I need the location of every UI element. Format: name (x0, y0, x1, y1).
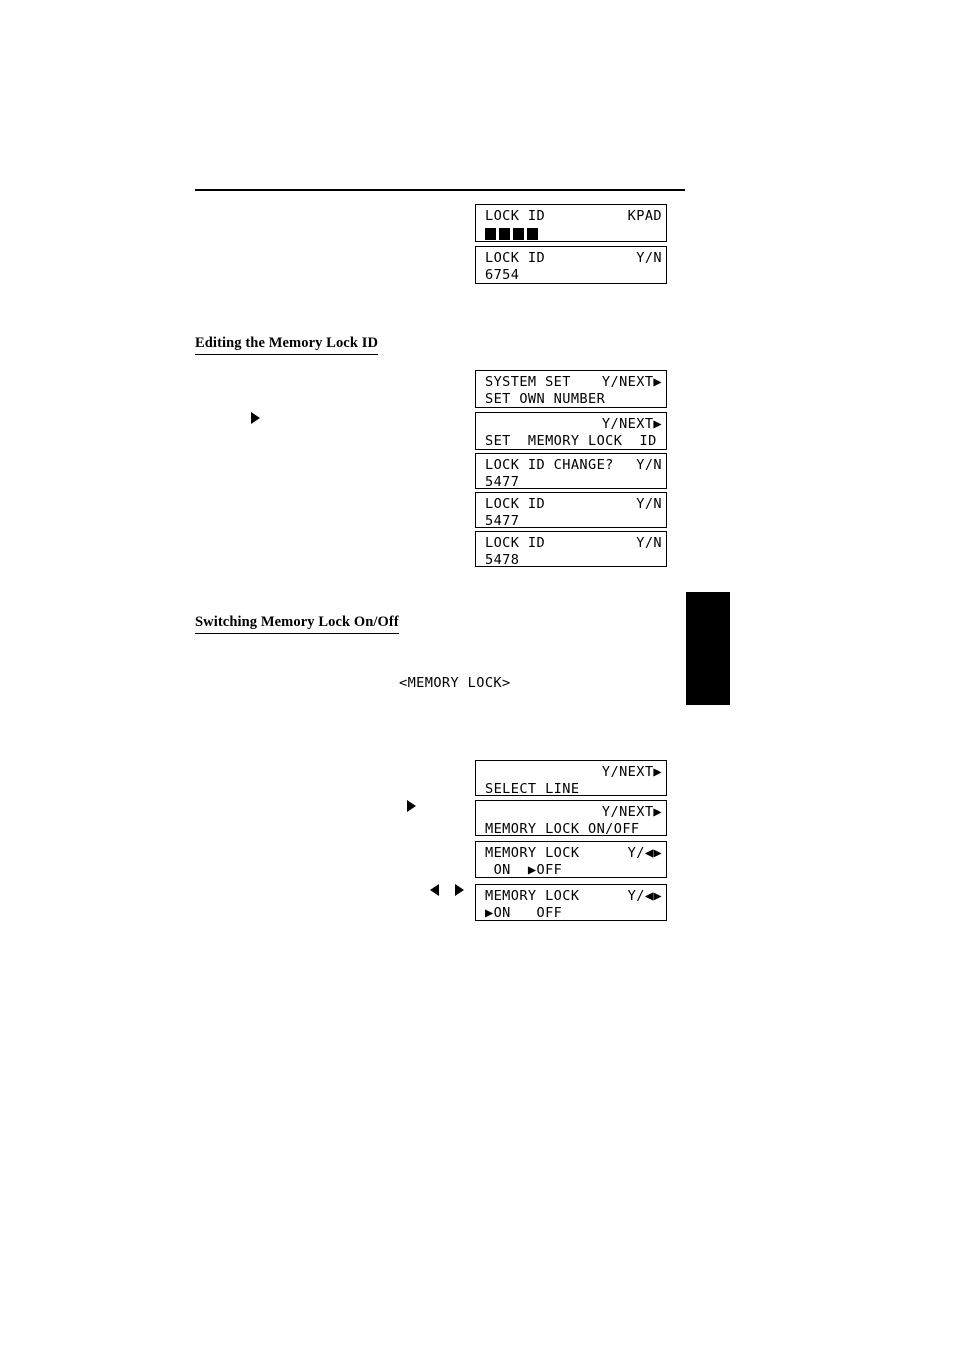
masked-id-blocks (485, 227, 658, 240)
lcd-label-left: LOCK ID (485, 250, 546, 266)
lcd-panel-lock-id-6754: LOCK ID Y/N 6754 (475, 246, 667, 284)
lcd-line-2-selection: ON ▶OFF (485, 862, 563, 878)
lcd-panel-lock-id-change: LOCK ID CHANGE? Y/N 5477 (475, 453, 667, 489)
masked-digit-block (513, 227, 524, 240)
lcd-panel-set-memory-lock-id: Y/NEXT▶ SET MEMORY LOCK ID (475, 412, 667, 450)
lcd-line-1: Y/NEXT▶ (601, 804, 662, 820)
lcd-label-left: SYSTEM SET (485, 374, 571, 390)
lcd-panel-memory-lock-off-selected: MEMORY LOCK Y/◀▶ ON ▶OFF (475, 841, 667, 878)
lcd-softkey-label: Y/N (636, 250, 662, 266)
lcd-line-2: SET OWN NUMBER (485, 391, 606, 407)
lcd-line-2-selection: ▶ON OFF (485, 905, 563, 921)
lcd-line-1: MEMORY LOCK Y/◀▶ (485, 888, 662, 905)
lcd-line-2: SET MEMORY LOCK ID (485, 433, 657, 449)
masked-digit-block (499, 227, 510, 240)
lcd-panel-select-line: Y/NEXT▶ SELECT LINE (475, 760, 667, 796)
lcd-panel-memory-lock-on-off: Y/NEXT▶ MEMORY LOCK ON/OFF (475, 800, 667, 836)
lcd-softkey-label: Y/◀▶ (627, 888, 662, 904)
lcd-line-1: Y/NEXT▶ (601, 416, 662, 432)
lcd-panel-lock-id-kpad: LOCK ID KPAD (475, 204, 667, 242)
lcd-softkey-label: KPAD (627, 208, 662, 224)
top-horizontal-rule (195, 189, 685, 191)
lcd-panel-lock-id-5478: LOCK ID Y/N 5478 (475, 531, 667, 567)
masked-digit-block (527, 227, 538, 240)
memory-lock-inline-label: <MEMORY LOCK> (399, 675, 511, 691)
lcd-line-1: LOCK ID Y/N (485, 496, 662, 513)
lcd-softkey-label: Y/NEXT▶ (601, 374, 662, 390)
manual-page: LOCK ID KPAD LOCK ID Y/N 6754 Editing th… (0, 0, 954, 1350)
step-marker-right-arrow-icon (407, 800, 416, 812)
lcd-line-2: MEMORY LOCK ON/OFF (485, 821, 640, 836)
lcd-line-1: Y/NEXT▶ (601, 764, 662, 780)
lcd-label-left: LOCK ID (485, 208, 546, 224)
step-marker-right-arrow-icon (455, 884, 464, 896)
section-heading-switching-memory-lock-on-off: Switching Memory Lock On/Off (195, 613, 399, 634)
lcd-line-1: LOCK ID Y/N (485, 250, 662, 267)
lcd-line-1: LOCK ID CHANGE? Y/N (485, 457, 662, 474)
lcd-line-1: SYSTEM SET Y/NEXT▶ (485, 374, 662, 391)
masked-digit-block (485, 227, 496, 240)
lcd-line-2: 5477 (485, 474, 520, 489)
step-marker-right-arrow-icon (251, 412, 260, 424)
lcd-softkey-label: Y/N (636, 457, 662, 473)
lcd-line-1: LOCK ID KPAD (485, 208, 662, 225)
lcd-label-left: MEMORY LOCK (485, 845, 580, 861)
lcd-panel-lock-id-5477: LOCK ID Y/N 5477 (475, 492, 667, 528)
thumb-index-tab (686, 592, 730, 705)
lcd-line-1: LOCK ID Y/N (485, 535, 662, 552)
section-heading-editing-memory-lock-id: Editing the Memory Lock ID (195, 334, 379, 355)
lcd-line-2: 6754 (485, 267, 520, 283)
lcd-softkey-label: Y/◀▶ (627, 845, 662, 861)
lcd-label-left: LOCK ID CHANGE? (485, 457, 614, 473)
lcd-softkey-label: Y/N (636, 535, 662, 551)
lcd-line-2: 5477 (485, 513, 520, 528)
step-marker-left-arrow-icon (430, 884, 439, 896)
lcd-line-1: MEMORY LOCK Y/◀▶ (485, 845, 662, 862)
lcd-line-2: 5478 (485, 552, 520, 567)
lcd-label-left: LOCK ID (485, 535, 546, 551)
lcd-label-left: LOCK ID (485, 496, 546, 512)
lcd-label-left: MEMORY LOCK (485, 888, 580, 904)
lcd-line-2: SELECT LINE (485, 781, 580, 796)
lcd-softkey-label: Y/N (636, 496, 662, 512)
lcd-panel-memory-lock-on-selected: MEMORY LOCK Y/◀▶ ▶ON OFF (475, 884, 667, 921)
lcd-panel-system-set: SYSTEM SET Y/NEXT▶ SET OWN NUMBER (475, 370, 667, 408)
